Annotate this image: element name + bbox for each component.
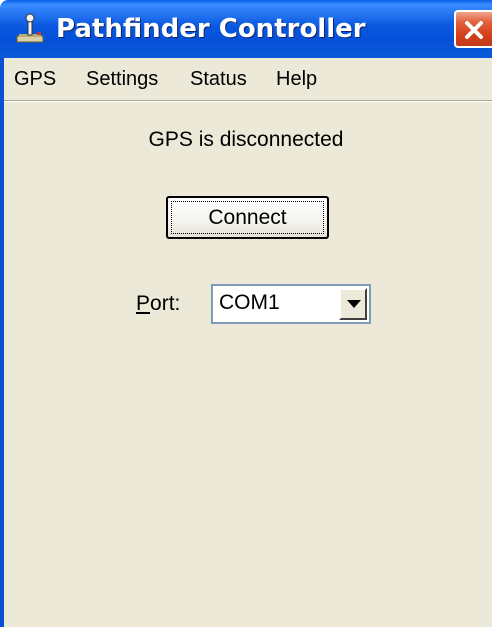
port-label-rest: ort: (150, 292, 181, 315)
port-select[interactable]: COM1 (211, 284, 371, 324)
menu-settings[interactable]: Settings (82, 68, 162, 91)
close-button[interactable] (454, 10, 492, 48)
port-value: COM1 (219, 291, 280, 314)
title-bar[interactable]: Pathfinder Controller (0, 0, 492, 58)
menu-separator (4, 100, 492, 102)
port-label-accel: P (136, 292, 151, 315)
close-icon (465, 21, 483, 39)
menu-help[interactable]: Help (272, 68, 321, 91)
window-title: Pathfinder Controller (56, 14, 366, 44)
port-dropdown-button[interactable] (339, 288, 367, 320)
menu-bar: GPS Settings Status Help (0, 58, 492, 102)
connect-button-label: Connect (208, 206, 287, 229)
chevron-down-icon (347, 300, 361, 308)
menu-gps[interactable]: GPS (10, 68, 60, 91)
connection-status: GPS is disconnected (148, 128, 344, 151)
joystick-icon (14, 12, 46, 44)
app-window: Pathfinder Controller GPS Settings Statu… (0, 0, 492, 627)
menu-status[interactable]: Status (186, 68, 251, 91)
client-area (0, 102, 492, 627)
connect-button[interactable]: Connect (166, 196, 329, 239)
port-label: Port: (136, 292, 180, 316)
